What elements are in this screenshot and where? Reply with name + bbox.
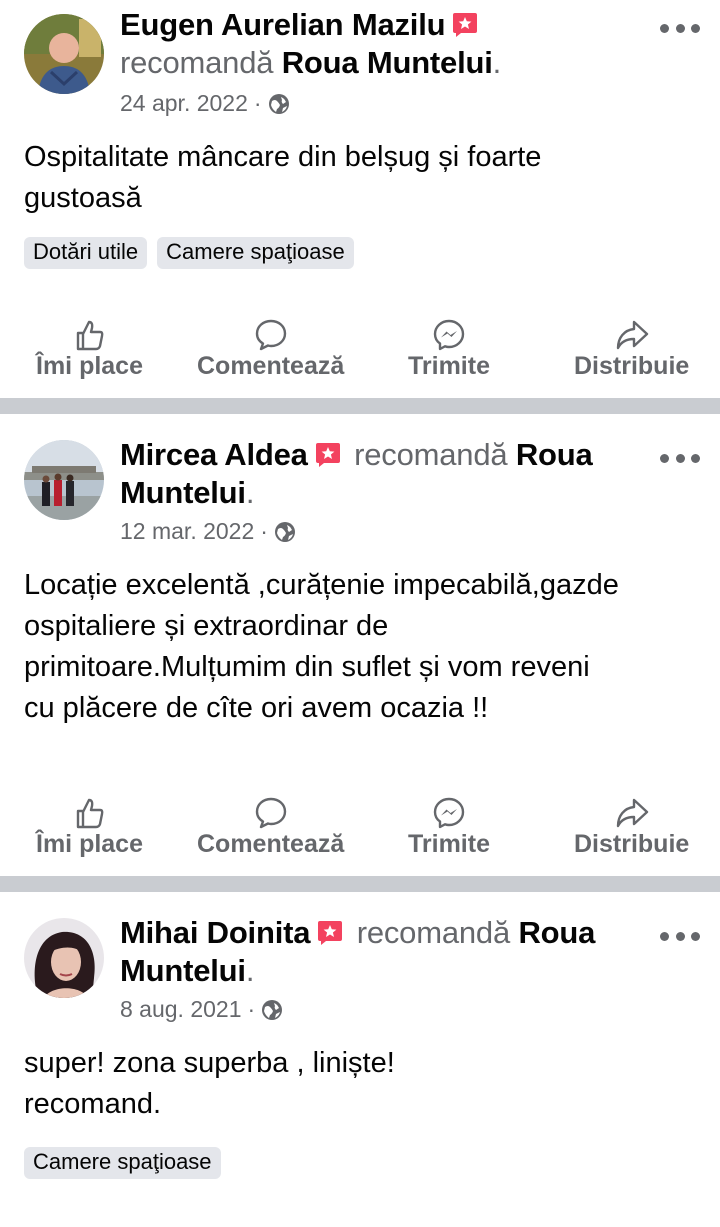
messenger-icon	[432, 796, 466, 830]
review-post-2: Mircea Aldea recomandă Roua Muntelui. 12…	[0, 414, 720, 892]
share-button[interactable]: Distribuie	[574, 796, 689, 859]
review-text-line: Locație excelentă ,curățenie impecabilă,…	[24, 569, 619, 601]
period: .	[245, 475, 255, 510]
author-name[interactable]: Mircea Aldea	[120, 437, 308, 472]
post-divider	[0, 876, 720, 892]
send-button[interactable]: Trimite	[408, 796, 490, 859]
review-text-line: primitoare.Mulțumim din suflet și vom re…	[24, 651, 590, 683]
like-label: Îmi place	[36, 830, 143, 858]
more-options-icon[interactable]	[660, 22, 700, 34]
page-name[interactable]: Roua	[518, 915, 595, 950]
review-text: Ospitalitate mâncare din belșug și foart…	[0, 137, 720, 219]
thumbs-up-icon	[73, 796, 107, 830]
review-post-1: Eugen Aurelian Mazilu recomandă Roua Mun…	[0, 0, 720, 414]
review-text-line: ospitaliere și extraordinar de	[24, 610, 389, 642]
share-label: Distribuie	[574, 352, 690, 380]
review-text-line: recomand.	[24, 1088, 162, 1120]
like-button[interactable]: Îmi place	[36, 318, 143, 381]
period: .	[245, 953, 255, 988]
post-date[interactable]: 12 mar. 2022	[120, 518, 254, 545]
recommend-verb: recomandă	[356, 915, 511, 950]
recommend-verb: recomandă	[120, 45, 274, 80]
page-name[interactable]: Roua Muntelui	[282, 45, 493, 80]
globe-icon	[274, 521, 296, 543]
recommend-badge-icon	[451, 12, 479, 38]
author-name[interactable]: Mihai Doinita	[120, 915, 310, 950]
page-name[interactable]: Roua	[516, 437, 593, 472]
tag-chip[interactable]: Camere spaţioase	[24, 1147, 221, 1179]
send-label: Trimite	[408, 352, 490, 380]
meta-separator: ·	[247, 996, 256, 1022]
review-text: super! zona superba , liniște! recomand.	[0, 1043, 720, 1125]
post-date[interactable]: 8 aug. 2021	[120, 996, 242, 1023]
more-options-icon[interactable]	[660, 930, 700, 942]
recommend-badge-icon	[316, 920, 344, 946]
author-name[interactable]: Eugen Aurelian Mazilu	[120, 7, 446, 42]
send-label: Trimite	[408, 830, 490, 858]
period: .	[492, 45, 502, 80]
meta-separator: ·	[260, 518, 268, 544]
comment-label: Comentează	[197, 830, 345, 858]
comment-label: Comentează	[197, 352, 345, 380]
page-name-continued[interactable]: Muntelui	[120, 475, 246, 510]
page-name-continued[interactable]: Muntelui	[120, 953, 246, 988]
send-button[interactable]: Trimite	[408, 318, 490, 381]
post-divider	[0, 398, 720, 414]
action-bar: Îmi place Comentează Trimite Distribuie	[0, 796, 720, 866]
review-text-line: cu plăcere de cîte ori avem ocazia !!	[24, 692, 489, 724]
like-button[interactable]: Îmi place	[36, 796, 143, 859]
recommend-badge-icon	[314, 442, 342, 468]
share-button[interactable]: Distribuie	[574, 318, 689, 381]
review-text-line: gustoasă	[24, 182, 142, 214]
globe-icon	[268, 93, 290, 115]
comment-bubble-icon	[254, 796, 288, 830]
thumbs-up-icon	[73, 318, 107, 352]
share-arrow-icon	[615, 796, 649, 830]
recommend-verb: recomandă	[354, 437, 508, 472]
comment-button[interactable]: Comentează	[197, 318, 344, 381]
more-options-icon[interactable]	[660, 452, 700, 464]
action-bar: Îmi place Comentează Trimite Distribuie	[0, 318, 720, 388]
messenger-icon	[432, 318, 466, 352]
comment-bubble-icon	[254, 318, 288, 352]
post-date[interactable]: 24 apr. 2022	[120, 90, 248, 117]
review-post-3: Mihai Doinita recomandă Roua Muntelui. 8…	[0, 892, 720, 1227]
comment-button[interactable]: Comentează	[197, 796, 344, 859]
review-text: Locație excelentă ,curățenie impecabilă,…	[0, 565, 720, 729]
share-arrow-icon	[615, 318, 649, 352]
tag-chip[interactable]: Dotări utile	[24, 237, 148, 269]
globe-icon	[261, 999, 283, 1021]
like-label: Îmi place	[36, 352, 143, 380]
review-text-line: super! zona superba , liniște!	[24, 1047, 395, 1079]
meta-separator: ·	[253, 90, 262, 116]
review-text-line: Ospitalitate mâncare din belșug și foart…	[24, 141, 542, 173]
tag-chip[interactable]: Camere spaţioase	[157, 237, 354, 269]
share-label: Distribuie	[574, 830, 690, 858]
